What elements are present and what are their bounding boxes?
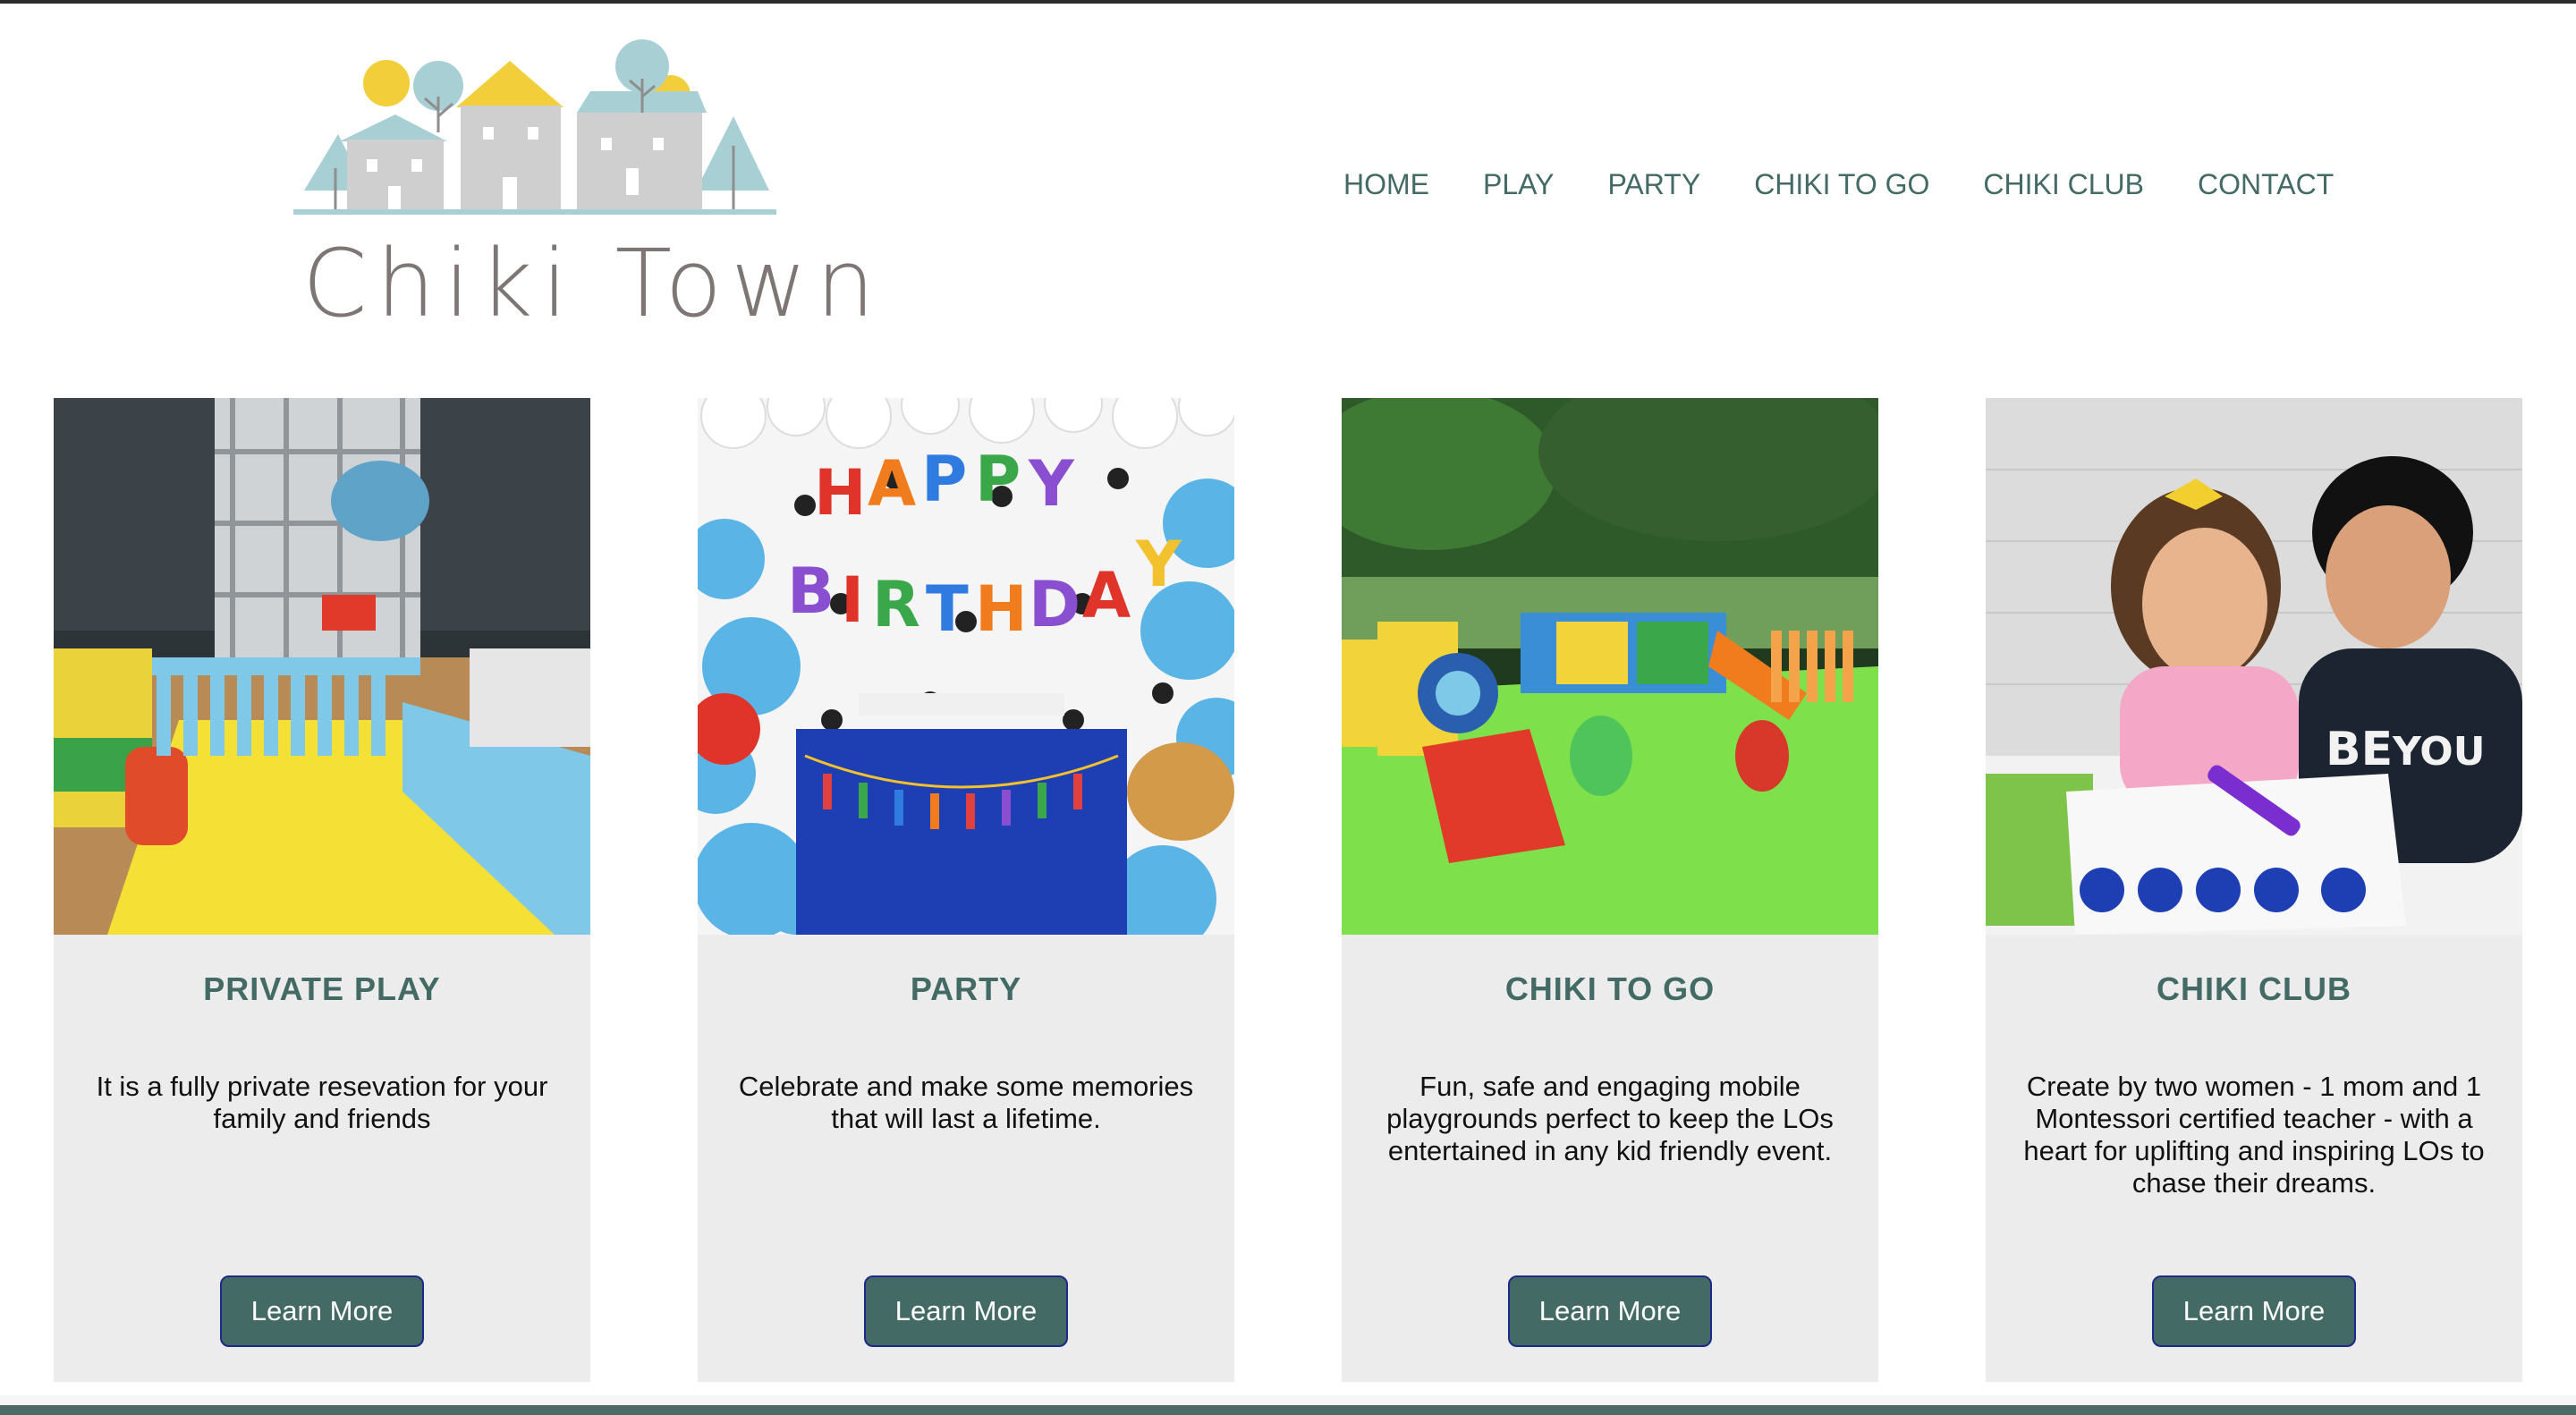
svg-text:I: I: [841, 563, 864, 637]
chiki-club-photo: BE YOU: [1986, 398, 2522, 935]
card-chiki-to-go: CHIKI TO GO Fun, safe and engaging mobil…: [1342, 398, 1878, 1382]
card-title: CHIKI CLUB: [2157, 970, 2351, 1007]
party-photo: HA PP Y BI RT HD AY: [698, 398, 1234, 935]
svg-text:P: P: [921, 443, 967, 516]
footer-bar: [0, 1405, 2576, 1415]
card-chiki-club: BE YOU CHIKI CLUB Create by two women - …: [1986, 398, 2522, 1382]
houses-illustration-icon: [293, 39, 776, 215]
card-party: HA PP Y BI RT HD AY PARTY Celebrate and …: [698, 398, 1234, 1382]
learn-more-button[interactable]: Learn More: [2152, 1275, 2356, 1347]
main-nav: HOME PLAY PARTY CHIKI TO GO CHIKI CLUB C…: [1343, 165, 2334, 204]
svg-text:BE: BE: [2326, 723, 2393, 776]
card-description: It is a fully private resevation for you…: [96, 1071, 548, 1134]
card-title: PRIVATE PLAY: [203, 970, 441, 1007]
card-description: Create by two women - 1 mom and 1 Montes…: [2023, 1071, 2485, 1199]
svg-text:R: R: [872, 568, 920, 641]
learn-more-button[interactable]: Learn More: [220, 1275, 424, 1347]
svg-text:T: T: [926, 572, 969, 646]
card-title: PARTY: [910, 970, 1022, 1007]
chiki-town-logo[interactable]: Chiki Town: [268, 34, 875, 338]
learn-more-button[interactable]: Learn More: [864, 1275, 1068, 1347]
svg-text:P: P: [975, 443, 1021, 516]
svg-text:Y: Y: [1135, 528, 1182, 601]
nav-item-play[interactable]: PLAY: [1483, 165, 1554, 204]
card-private-play: PRIVATE PLAY It is a fully private resev…: [54, 398, 590, 1382]
nav-item-chiki-club[interactable]: CHIKI CLUB: [1983, 165, 2144, 204]
nav-item-chiki-to-go[interactable]: CHIKI TO GO: [1754, 165, 1929, 204]
chiki-to-go-photo: [1342, 398, 1878, 935]
card-description: Celebrate and make some memories that wi…: [738, 1071, 1194, 1134]
learn-more-button[interactable]: Learn More: [1508, 1275, 1712, 1347]
nav-item-party[interactable]: PARTY: [1607, 165, 1700, 204]
svg-text:Y: Y: [1028, 447, 1075, 521]
top-border: [0, 0, 2576, 4]
nav-item-home[interactable]: HOME: [1343, 165, 1429, 204]
svg-text:A: A: [1082, 559, 1131, 632]
svg-text:H: H: [814, 456, 867, 530]
nav-item-contact[interactable]: CONTACT: [2198, 165, 2334, 204]
svg-text:A: A: [868, 447, 916, 521]
svg-text:H: H: [975, 572, 1028, 646]
footer-spacer: [0, 1395, 2576, 1405]
svg-text:B: B: [787, 555, 835, 628]
card-title: CHIKI TO GO: [1504, 970, 1716, 1007]
brand-name: Chiki Town: [302, 229, 885, 338]
private-play-photo: [54, 398, 590, 935]
svg-text:YOU: YOU: [2392, 729, 2485, 775]
svg-text:D: D: [1029, 568, 1080, 641]
card-description: Fun, safe and engaging mobile playground…: [1386, 1071, 1834, 1166]
